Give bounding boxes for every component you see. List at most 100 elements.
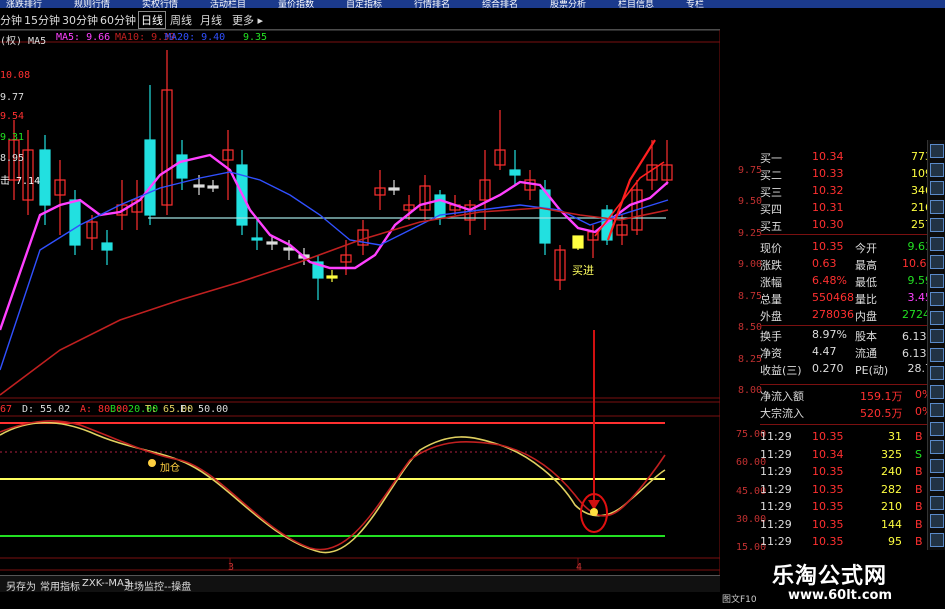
bottom-tab[interactable]: 另存为 — [6, 578, 36, 593]
side-tool-icon[interactable] — [930, 458, 944, 473]
stat-label: 净资 — [760, 347, 782, 360]
flow-row: 净流入额 159.1万 0% — [760, 388, 945, 404]
candlestick-chart — [0, 29, 720, 575]
tick-time: 11:29 — [760, 447, 792, 461]
left-price-label: 9.77 — [0, 92, 25, 103]
stat-value: 4.47 — [812, 345, 837, 358]
bid-price: 10.33 — [812, 167, 844, 180]
bid-label: 买四 — [760, 203, 782, 216]
tick-row: 11:29 10.35 282 B — [760, 483, 945, 499]
ma5-legend: MA5: 9.66 — [56, 32, 111, 43]
side-tool-icon[interactable] — [930, 162, 944, 177]
flow-label: 大宗流入 — [760, 407, 804, 420]
kdj-d-legend: D: 55.02 — [22, 404, 71, 415]
stat-label: PE(动) — [855, 364, 889, 377]
side-tool-icon[interactable] — [930, 384, 944, 399]
stat-label: 换手 — [760, 330, 782, 343]
stat-row: 涨幅 6.48% 最低 9.59 — [760, 274, 945, 290]
stat-value: 0.63 — [812, 257, 837, 270]
bid-label: 买三 — [760, 186, 782, 199]
left-price-label: 8.95 — [0, 153, 25, 164]
chart-f10-tab[interactable]: 图文F10 — [722, 592, 757, 605]
watermark-title: 乐淘公式网 — [772, 564, 888, 589]
bid-price: 10.30 — [812, 218, 844, 231]
stat-label: 流通 — [855, 347, 877, 360]
kdj-e-legend: E: 50.00 — [180, 404, 229, 415]
side-tool-icon[interactable] — [930, 255, 944, 269]
stat-label: 量比 — [855, 293, 877, 306]
tick-side: B — [915, 500, 923, 513]
tick-row: 11:29 10.35 31 B — [760, 430, 945, 446]
side-tool-icon[interactable] — [930, 273, 944, 288]
side-tool-icon[interactable] — [930, 292, 944, 306]
stat-label: 涨幅 — [760, 276, 782, 289]
watermark-logo: 图文F10 乐淘公式网 www.60lt.com — [722, 552, 945, 609]
x-axis-label: 3 — [228, 562, 235, 573]
stat-row: 现价 10.35 今开 9.63 — [760, 240, 945, 256]
side-tool-icon[interactable] — [930, 421, 944, 436]
side-tool-icon[interactable] — [930, 236, 944, 251]
side-tool-icon[interactable] — [930, 532, 944, 547]
left-price-label: 9.31 — [0, 132, 25, 143]
tick-side: S — [915, 447, 922, 461]
side-tool-icon[interactable] — [930, 347, 944, 362]
bid-label: 买二 — [760, 169, 782, 182]
tick-side: B — [915, 535, 923, 548]
stat-label: 最高 — [855, 259, 877, 272]
tick-volume: 144 — [881, 517, 902, 531]
side-tool-icon[interactable] — [930, 218, 944, 232]
stat-row: 涨跌 0.63 最高 10.69 — [760, 257, 945, 273]
tick-price: 10.35 — [812, 535, 844, 548]
tick-side: B — [915, 517, 923, 531]
tick-row: 11:29 10.35 144 B — [760, 518, 945, 534]
side-tool-icon[interactable] — [930, 440, 944, 454]
buy-annotation: 买进 — [572, 264, 594, 277]
stat-value: 0.270 — [812, 362, 844, 375]
bid-label: 买五 — [760, 220, 782, 233]
stat-value: 278036 — [812, 308, 854, 321]
side-tool-icon[interactable] — [930, 495, 944, 510]
side-tool-icon[interactable] — [930, 477, 944, 491]
side-tool-icon[interactable] — [930, 144, 944, 158]
side-tool-icon[interactable] — [930, 199, 944, 214]
side-tool-icon[interactable] — [930, 310, 944, 325]
tick-side: B — [915, 430, 923, 443]
stat-label: 收益(三) — [760, 364, 802, 377]
stat-label: 现价 — [760, 242, 782, 255]
flow-label: 净流入额 — [760, 390, 804, 403]
side-tool-icon[interactable] — [930, 514, 944, 528]
stat-label: 最低 — [855, 276, 877, 289]
side-tool-icon[interactable] — [930, 329, 944, 343]
stat-label: 涨跌 — [760, 259, 782, 272]
tick-side: B — [915, 465, 923, 478]
bottom-tab[interactable]: 常用指标 — [40, 578, 80, 593]
stat-row: 外盘 278036 内盘 272432 — [760, 308, 945, 324]
quote-divider — [760, 424, 945, 425]
left-price-label: 10.08 — [0, 70, 31, 81]
stat-row: 收益(三) 0.270 PE(动) 28.7 — [760, 362, 945, 378]
tick-time: 11:29 — [760, 500, 792, 513]
tick-time: 11:29 — [760, 465, 792, 478]
side-tool-icon[interactable] — [930, 366, 944, 380]
bid-row: 买一 10.34 773 — [760, 150, 945, 166]
stat-value: 550468 — [812, 291, 854, 304]
ma-right-value: 9.35 — [243, 32, 268, 43]
stat-label: 今开 — [855, 242, 877, 255]
flow-value: 159.1万 — [860, 390, 903, 403]
bottom-tab[interactable]: 进场监控--操盘 — [124, 578, 191, 593]
bid-row: 买二 10.33 109 — [760, 167, 945, 183]
side-tool-icon[interactable] — [930, 181, 944, 195]
tick-row: 11:29 10.35 240 B — [760, 465, 945, 481]
stat-value: 8.97% — [812, 328, 847, 341]
bid-row: 买四 10.31 216 — [760, 201, 945, 217]
side-tool-icon[interactable] — [930, 403, 944, 417]
watermark-url: www.60lt.com — [788, 588, 893, 603]
stat-label: 内盘 — [855, 310, 877, 323]
left-price-label: 9.54 — [0, 111, 25, 122]
stat-label: 外盘 — [760, 310, 782, 323]
tick-volume: 325 — [881, 447, 902, 461]
tick-side: B — [915, 482, 923, 496]
kdj-k-legend: 67 — [0, 404, 13, 415]
tick-time: 11:29 — [760, 535, 792, 548]
tick-row: 11:29 10.35 210 B — [760, 500, 945, 516]
